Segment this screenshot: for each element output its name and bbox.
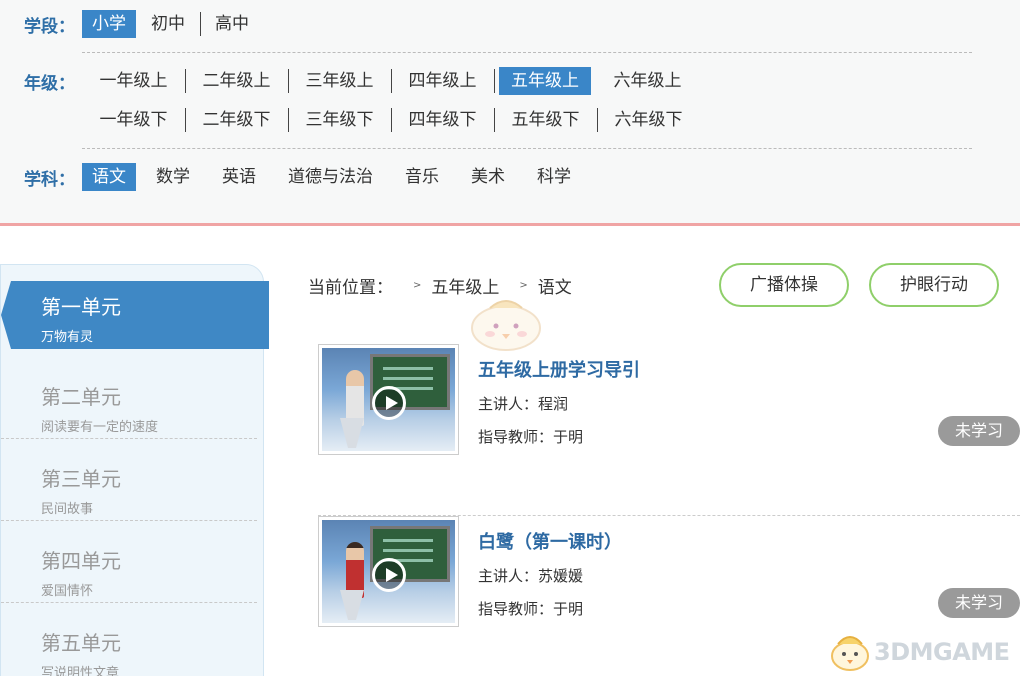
breadcrumb-arrow-icon: > <box>519 280 528 291</box>
unit-subtitle: 爱国情怀 <box>41 584 94 599</box>
subject-option-art[interactable]: 美术 <box>455 163 521 191</box>
status-badge: 未学习 <box>938 416 1020 446</box>
unit-subtitle: 写说明性文章 <box>41 666 120 676</box>
stage-option-senior[interactable]: 高中 <box>200 10 264 38</box>
grade-option-4-upper[interactable]: 四年级上 <box>391 67 495 95</box>
subject-option-english[interactable]: 英语 <box>206 163 272 191</box>
broadcast-exercise-button[interactable]: 广播体操 <box>719 263 849 307</box>
grade-option-4-lower[interactable]: 四年级下 <box>391 106 495 134</box>
sidebar-unit-3[interactable]: 第三单元 民间故事 <box>1 439 257 521</box>
lesson-thumbnail[interactable] <box>318 344 459 455</box>
stage-option-primary[interactable]: 小学 <box>82 10 136 38</box>
subject-filter-label: 学科： <box>24 169 75 190</box>
filter-divider <box>82 148 972 149</box>
watermark-mascot-icon <box>831 636 869 671</box>
grade-option-6-lower[interactable]: 六年级下 <box>597 106 700 134</box>
lesson-advisor: 指导教师：于明 <box>478 600 584 618</box>
grade-option-2-upper[interactable]: 二年级上 <box>185 67 289 95</box>
grade-option-1-lower[interactable]: 一年级下 <box>82 106 186 134</box>
subject-option-morality-law[interactable]: 道德与法治 <box>272 163 389 191</box>
unit-name: 第五单元 <box>41 631 121 655</box>
status-badge: 未学习 <box>938 588 1020 618</box>
grade-option-1-upper[interactable]: 一年级上 <box>82 67 186 95</box>
lesson-lecturer: 主讲人：苏媛媛 <box>478 567 584 585</box>
unit-subtitle: 阅读要有一定的速度 <box>41 420 159 435</box>
filter-divider <box>82 52 972 53</box>
grade-filter-row-lower: 一年级下 二年级下 三年级下 四年级下 五年级下 六年级下 <box>0 103 700 137</box>
watermark: 3DMGAME <box>826 628 1016 674</box>
grade-option-3-upper[interactable]: 三年级上 <box>288 67 392 95</box>
subject-option-chinese[interactable]: 语文 <box>82 163 136 191</box>
lesson-title[interactable]: 白鹭（第一课时） <box>478 528 622 554</box>
lesson-item[interactable]: 五年级上册学习导引 主讲人：程润 指导教师：于明 未学习 <box>318 344 1020 516</box>
filter-panel: 学段： 小学 初中 高中 年级： 一年级上 二年级上 三年级上 四年级上 五年级… <box>0 0 1020 226</box>
grade-option-6-upper[interactable]: 六年级上 <box>596 67 699 95</box>
stage-option-junior[interactable]: 初中 <box>136 10 201 38</box>
eye-care-button[interactable]: 护眼行动 <box>869 263 999 307</box>
lesson-thumbnail[interactable] <box>318 516 459 627</box>
lesson-lecturer: 主讲人：程润 <box>478 395 569 413</box>
grade-option-2-lower[interactable]: 二年级下 <box>185 106 289 134</box>
unit-name: 第三单元 <box>41 467 121 491</box>
stage-filter-row: 学段： 小学 初中 高中 <box>0 7 264 41</box>
subject-filter-row: 学科： 语文 数学 英语 道德与法治 音乐 美术 科学 <box>0 160 587 194</box>
unit-name: 第一单元 <box>41 295 121 319</box>
unit-subtitle: 民间故事 <box>41 502 94 517</box>
unit-sidebar: 第一单元 万物有灵 第二单元 阅读要有一定的速度 第三单元 民间故事 第四单元 … <box>0 264 269 676</box>
subject-option-math[interactable]: 数学 <box>140 163 206 191</box>
grade-filter-row-upper: 年级： 一年级上 二年级上 三年级上 四年级上 五年级上 六年级上 <box>0 64 699 98</box>
unit-name: 第四单元 <box>41 549 121 573</box>
sidebar-unit-4[interactable]: 第四单元 爱国情怀 <box>1 521 257 603</box>
sidebar-unit-2[interactable]: 第二单元 阅读要有一定的速度 <box>1 357 257 439</box>
grade-option-5-upper[interactable]: 五年级上 <box>499 67 591 95</box>
play-icon[interactable] <box>372 558 406 592</box>
subject-option-music[interactable]: 音乐 <box>389 163 455 191</box>
watermark-text: 3DMGAME <box>874 638 1010 666</box>
play-icon[interactable] <box>372 386 406 420</box>
grade-option-3-lower[interactable]: 三年级下 <box>288 106 392 134</box>
grade-option-5-lower[interactable]: 五年级下 <box>494 106 598 134</box>
unit-name: 第二单元 <box>41 385 121 409</box>
sidebar-unit-1[interactable]: 第一单元 万物有灵 <box>1 281 269 349</box>
subject-option-science[interactable]: 科学 <box>521 163 587 191</box>
lesson-title[interactable]: 五年级上册学习导引 <box>478 356 640 382</box>
grade-filter-label: 年级： <box>24 73 75 94</box>
lesson-advisor: 指导教师：于明 <box>478 428 584 446</box>
breadcrumb-arrow-icon: > <box>413 280 422 291</box>
breadcrumb-prefix: 当前位置： <box>308 278 393 298</box>
stage-filter-label: 学段： <box>24 16 75 37</box>
sidebar-unit-5[interactable]: 第五单元 写说明性文章 <box>1 603 257 676</box>
unit-subtitle: 万物有灵 <box>41 330 94 345</box>
